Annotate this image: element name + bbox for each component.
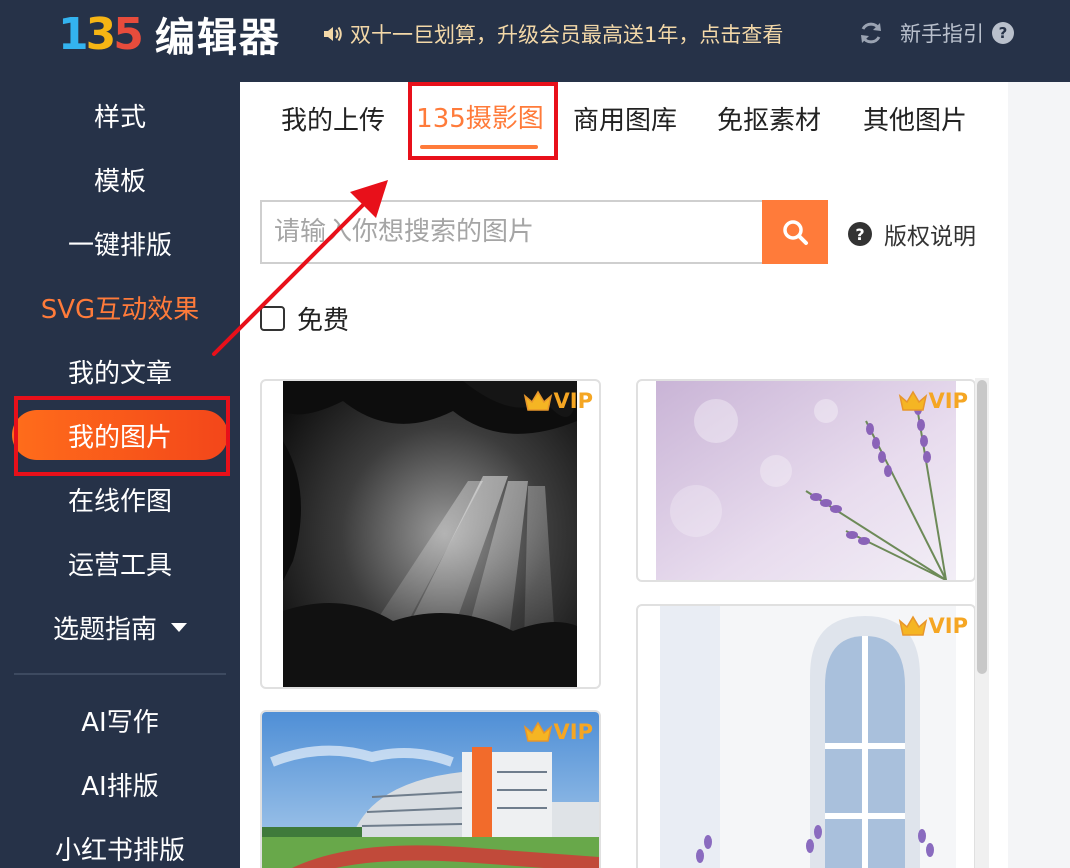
vip-badge-text: VIP <box>553 720 593 744</box>
image-card[interactable]: VIP <box>260 710 601 868</box>
tab-cutout-materials[interactable]: 免抠素材 <box>706 98 832 138</box>
sidebar-highlight-box <box>14 396 230 476</box>
image-card[interactable]: VIP <box>636 604 976 868</box>
logo-digit-5: 5 <box>113 9 144 60</box>
vip-badge: VIP <box>523 389 593 413</box>
sidebar-item-label: 一键排版 <box>67 230 172 261</box>
image-card[interactable]: VIP <box>260 379 601 689</box>
promo-notice-text: 双十一巨划算，升级会员最高送1年，点击查看 <box>350 23 784 47</box>
sidebar-item-label: 模板 <box>93 166 146 197</box>
promo-notice[interactable]: 双十一巨划算，升级会员最高送1年，点击查看 <box>322 19 834 49</box>
search-icon <box>783 220 808 245</box>
app-logo[interactable]: 1 3 5 编辑器 <box>58 8 281 62</box>
sidebar-item-xiaohongshu-layout[interactable]: 小红书排版 <box>0 823 240 868</box>
tab-my-uploads[interactable]: 我的上传 <box>270 98 396 138</box>
beginner-guide-link[interactable]: 新手指引 ? <box>900 18 1014 48</box>
tab-commercial-library[interactable]: 商用图库 <box>562 98 688 138</box>
tab-label: 商用图库 <box>572 105 677 136</box>
image-card[interactable]: VIP <box>636 379 976 582</box>
sidebar-divider <box>14 673 226 675</box>
vip-badge: VIP <box>523 720 593 744</box>
sidebar-item-label: 小红书排版 <box>54 835 185 866</box>
vip-badge: VIP <box>898 614 968 638</box>
tab-other-images[interactable]: 其他图片 <box>852 98 978 138</box>
annotation-arrow-icon <box>212 180 388 356</box>
top-bar: 1 3 5 编辑器 双十一巨划算，升级会员最高送1年，点击查看 新手指引 ? <box>0 0 1070 82</box>
sidebar-item-online-design[interactable]: 在线作图 <box>0 474 240 524</box>
crown-icon <box>898 615 927 636</box>
crown-icon <box>898 390 927 411</box>
search-button[interactable] <box>762 200 828 264</box>
image-thumbnail <box>660 606 956 868</box>
vip-badge-text: VIP <box>553 389 593 413</box>
tab-label: 我的上传 <box>280 105 385 136</box>
sidebar-item-label: 样式 <box>93 102 146 133</box>
sidebar-item-label: AI排版 <box>81 771 159 802</box>
tab-label: 免抠素材 <box>716 105 821 136</box>
copyright-info-link[interactable]: ? 版权说明 <box>848 217 976 251</box>
sidebar-item-ai-writing[interactable]: AI写作 <box>0 695 240 745</box>
caret-down-icon <box>171 622 187 632</box>
logo-digit-1: 1 <box>58 9 89 60</box>
sidebar-item-label: 选题指南 <box>52 614 157 645</box>
sidebar-item-ops-tools[interactable]: 运营工具 <box>0 538 240 588</box>
vip-badge: VIP <box>898 389 968 413</box>
vip-badge-text: VIP <box>928 389 968 413</box>
copyright-label: 版权说明 <box>884 224 976 250</box>
right-gutter <box>1008 82 1070 868</box>
vip-badge-text: VIP <box>928 614 968 638</box>
sidebar-item-label: 运营工具 <box>67 550 172 581</box>
sidebar-item-label: AI写作 <box>81 707 159 738</box>
tab-label: 其他图片 <box>862 105 967 136</box>
sidebar-item-label: 我的文章 <box>67 358 172 389</box>
sidebar-item-topic-guide[interactable]: 选题指南 <box>0 602 240 652</box>
scrollbar-thumb[interactable] <box>977 380 987 674</box>
sidebar-item-label: 在线作图 <box>67 486 172 517</box>
logo-mark: 1 3 5 <box>58 9 144 60</box>
logo-digit-3: 3 <box>85 9 117 60</box>
refresh-icon[interactable] <box>858 20 884 46</box>
crown-icon <box>523 390 552 411</box>
help-circle-icon: ? <box>992 22 1014 44</box>
crown-icon <box>523 721 552 742</box>
question-circle-icon: ? <box>848 222 872 246</box>
sidebar-item-label: SVG互动效果 <box>40 294 200 325</box>
sidebar-item-styles[interactable]: 样式 <box>0 90 240 140</box>
beginner-guide-label: 新手指引 <box>900 22 984 46</box>
tab-highlight-box <box>408 82 558 160</box>
speaker-icon <box>324 26 342 42</box>
logo-text: 编辑器 <box>154 15 281 61</box>
sidebar-item-ai-layout[interactable]: AI排版 <box>0 759 240 809</box>
image-thumbnail <box>283 381 577 687</box>
